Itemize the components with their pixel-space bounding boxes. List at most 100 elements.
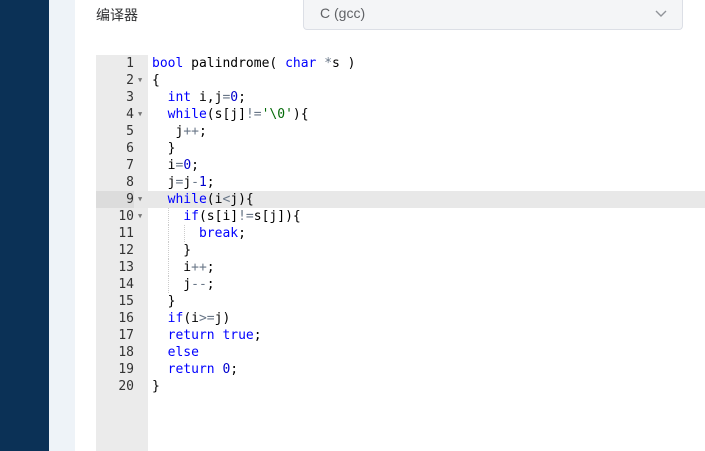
code-line[interactable]: 6 }	[96, 140, 705, 157]
line-number: 10	[118, 209, 134, 224]
code-line[interactable]: 7 i=0;	[96, 157, 705, 174]
line-number: 12	[118, 243, 134, 258]
code-token: ;	[206, 175, 215, 190]
code-text: j--;	[152, 276, 215, 293]
code-line[interactable]: 14 j--;	[96, 276, 705, 293]
code-token: 0	[183, 158, 192, 173]
code-editor[interactable]: 1 bool palindrome( char *s ) 2 ▼ {3 int i,j=…	[96, 55, 705, 451]
code-token: (s[i]	[198, 209, 239, 224]
code-line[interactable]: 18 else	[96, 344, 705, 361]
code-token: {	[152, 73, 160, 88]
indent-guide	[168, 225, 169, 242]
line-number: 8	[126, 175, 134, 190]
code-text: if(s[i]!=s[j]){	[152, 208, 301, 225]
code-text: }	[152, 378, 160, 395]
code-line[interactable]: 9 ▼ while(i<j){	[96, 191, 705, 208]
code-token: j	[152, 277, 192, 292]
indent-guide	[184, 225, 185, 242]
code-text: }	[152, 140, 176, 157]
code-text: j=j-1;	[152, 174, 215, 191]
code-text: j++;	[152, 123, 206, 140]
code-token: j	[152, 175, 176, 190]
code-line[interactable]: 20}	[96, 378, 705, 395]
line-number: 2	[126, 73, 134, 88]
code-token: char	[285, 56, 317, 71]
code-token: i,j	[191, 90, 223, 105]
code-text: }	[152, 293, 176, 310]
code-text: return 0;	[152, 361, 238, 378]
fold-arrow-icon[interactable]: ▼	[138, 191, 146, 208]
code-token: ;	[230, 362, 239, 377]
code-token: 1	[198, 175, 207, 190]
indent-guide	[168, 276, 169, 293]
fold-arrow-icon[interactable]: ▼	[138, 72, 146, 89]
line-number: 16	[118, 311, 134, 326]
code-token: s[j]){	[253, 209, 301, 224]
code-line[interactable]: 4 ▼ while(s[j]!='\0'){	[96, 106, 705, 123]
line-number: 11	[118, 226, 134, 241]
code-text: }	[152, 242, 191, 259]
code-token: while	[167, 107, 207, 122]
code-line[interactable]: 17 return true;	[96, 327, 705, 344]
compiler-select[interactable]: C (gcc)	[303, 0, 683, 30]
code-line[interactable]: 2 ▼ {	[96, 72, 705, 89]
code-line[interactable]: 16 if(i>=j)	[96, 310, 705, 327]
code-token: (i	[183, 311, 199, 326]
main-content: 编译器 C (gcc) 1 bool palindrome( char *s ) 2…	[75, 0, 705, 451]
line-number: 7	[126, 158, 134, 173]
line-number: 6	[126, 141, 134, 156]
code-token: s )	[332, 56, 356, 71]
code-line[interactable]: 15 }	[96, 293, 705, 310]
code-token: }	[152, 294, 176, 309]
code-token: j	[183, 175, 192, 190]
code-token: ;	[253, 328, 262, 343]
chevron-down-icon	[655, 10, 667, 17]
code-line[interactable]: 13 i++;	[96, 259, 705, 276]
code-token: }	[152, 379, 160, 394]
code-token: >=	[198, 311, 215, 326]
code-token: ;	[238, 226, 246, 241]
code-line[interactable]: 10 ▼ if(s[i]!=s[j]){	[96, 208, 705, 225]
code-token: return	[167, 328, 215, 343]
code-text: else	[152, 344, 199, 361]
app-sidebar	[0, 0, 49, 451]
code-token: j	[152, 124, 184, 139]
code-token: palindrome(	[183, 56, 286, 71]
code-token: bool	[152, 56, 184, 71]
code-text: i++;	[152, 259, 214, 276]
code-line[interactable]: 8 j=j-1;	[96, 174, 705, 191]
line-number: 15	[118, 294, 134, 309]
code-token: ;	[191, 158, 199, 173]
line-number: 20	[118, 379, 134, 394]
line-number: 9	[96, 191, 134, 208]
code-line[interactable]: 12 }	[96, 242, 705, 259]
code-token: int	[167, 90, 192, 105]
fold-arrow-icon[interactable]: ▼	[138, 208, 146, 225]
code-line[interactable]: 1 bool palindrome( char *s )	[96, 55, 705, 72]
code-text: bool palindrome( char *s )	[152, 55, 356, 72]
code-text: if(i>=j)	[152, 310, 231, 327]
fold-arrow-icon[interactable]: ▼	[138, 106, 146, 123]
code-line[interactable]: 11 break;	[96, 225, 705, 242]
code-token: --	[191, 277, 207, 292]
code-token: else	[167, 345, 199, 360]
code-line[interactable]: 19 return 0;	[96, 361, 705, 378]
code-token: if	[183, 209, 199, 224]
line-number: 13	[118, 260, 134, 275]
code-token: *	[324, 56, 333, 71]
line-number: 19	[118, 362, 134, 377]
line-number: 3	[126, 90, 134, 105]
code-text: int i,j=0;	[152, 89, 246, 106]
code-token: (i	[206, 192, 223, 207]
code-token: 0	[230, 90, 239, 105]
code-token: ;	[206, 277, 215, 292]
compiler-select-value: C (gcc)	[320, 5, 366, 21]
code-line[interactable]: 5 j++;	[96, 123, 705, 140]
code-line[interactable]: 3 int i,j=0;	[96, 89, 705, 106]
code-token: while	[167, 192, 207, 207]
